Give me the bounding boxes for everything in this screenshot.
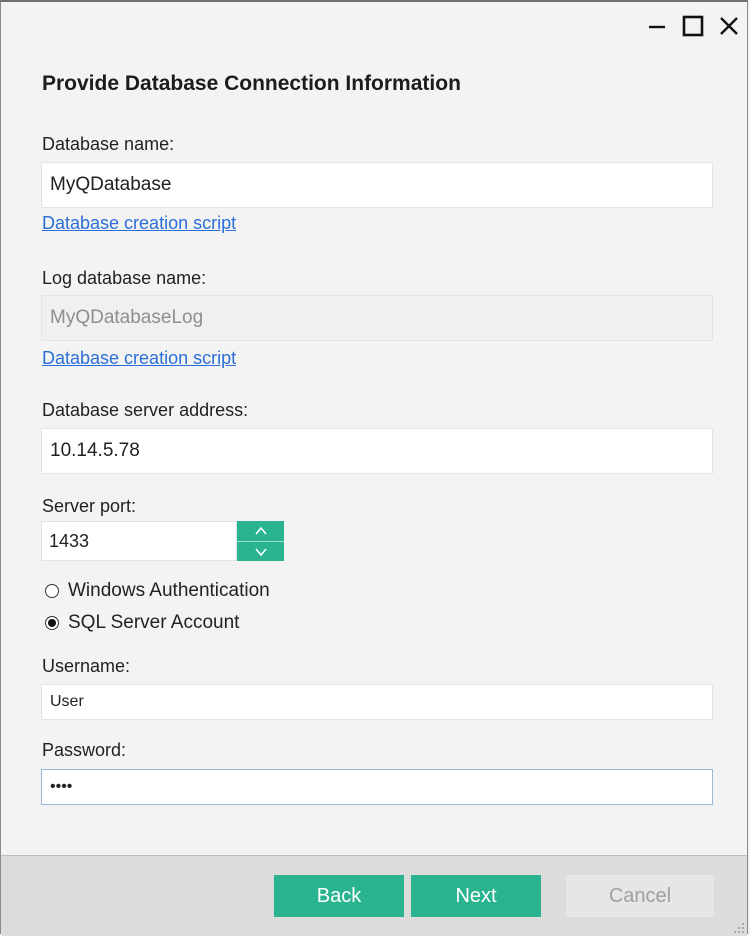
username-label: Username: bbox=[42, 656, 131, 676]
port-stepper bbox=[237, 521, 284, 561]
sql-server-account-radio[interactable]: SQL Server Account bbox=[45, 612, 239, 634]
server-port-input[interactable] bbox=[41, 521, 237, 561]
minimize-icon bbox=[649, 25, 665, 29]
server-address-label: Database server address: bbox=[42, 400, 249, 420]
chevron-down-icon bbox=[254, 548, 267, 557]
window-controls bbox=[639, 8, 747, 44]
server-address-input[interactable] bbox=[41, 428, 713, 474]
server-port-label: Server port: bbox=[42, 496, 137, 516]
radio-checked-icon bbox=[45, 616, 59, 630]
next-button[interactable]: Next bbox=[411, 875, 541, 917]
password-input[interactable] bbox=[41, 769, 713, 805]
close-button[interactable] bbox=[711, 8, 747, 44]
page-title: Provide Database Connection Information bbox=[42, 72, 461, 95]
log-database-name-input bbox=[41, 295, 713, 341]
footer-bar: Back Next Cancel bbox=[1, 855, 747, 936]
maximize-icon bbox=[682, 15, 704, 37]
close-icon bbox=[720, 17, 738, 35]
resize-grip-icon[interactable] bbox=[733, 922, 745, 934]
database-name-input[interactable] bbox=[41, 162, 713, 208]
radio-unchecked-icon bbox=[45, 584, 59, 598]
chevron-up-icon bbox=[254, 526, 267, 535]
maximize-button[interactable] bbox=[675, 8, 711, 44]
cancel-button: Cancel bbox=[566, 875, 714, 917]
installer-window: Provide Database Connection Information … bbox=[0, 0, 748, 936]
port-decrement-button[interactable] bbox=[237, 541, 284, 562]
password-label: Password: bbox=[42, 740, 127, 760]
back-button[interactable]: Back bbox=[274, 875, 404, 917]
windows-authentication-radio[interactable]: Windows Authentication bbox=[45, 580, 270, 602]
username-input[interactable] bbox=[41, 684, 713, 720]
database-name-label: Database name: bbox=[42, 134, 175, 154]
minimize-button[interactable] bbox=[639, 8, 675, 44]
database-creation-script-link[interactable]: Database creation script bbox=[42, 213, 236, 234]
windows-authentication-label: Windows Authentication bbox=[68, 580, 270, 601]
sql-server-account-label: SQL Server Account bbox=[68, 612, 240, 633]
log-database-name-label: Log database name: bbox=[42, 268, 207, 288]
port-increment-button[interactable] bbox=[237, 521, 284, 541]
log-database-creation-script-link[interactable]: Database creation script bbox=[42, 348, 236, 369]
